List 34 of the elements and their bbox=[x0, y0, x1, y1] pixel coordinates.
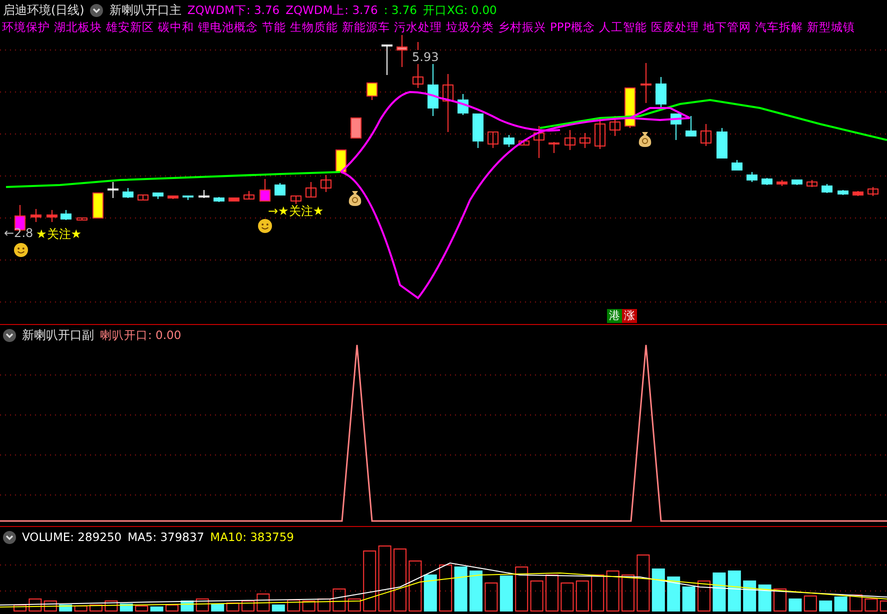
concept-tag: 人工智能 bbox=[598, 20, 647, 35]
volume-value: VOLUME: 289250 bbox=[22, 530, 122, 544]
high-price-label: 5.93 bbox=[412, 50, 439, 64]
volume-value: MA10: 383759 bbox=[210, 530, 294, 544]
indicator-name: 新喇叭开口主 bbox=[109, 2, 182, 18]
concept-tag: 湖北板块 bbox=[54, 20, 102, 35]
indicator-value: ZQWDM下: 3.76 bbox=[187, 2, 280, 18]
concept-tag: 医废处理 bbox=[650, 20, 699, 35]
low-price-label: ←2.8 bbox=[4, 226, 34, 240]
indicator-value: : 3.76 bbox=[384, 3, 417, 17]
focus-label: ★关注★ bbox=[36, 226, 82, 243]
concept-tag: 地下管网 bbox=[702, 20, 751, 35]
indicator-value: ZQWDM上: 3.76 bbox=[286, 2, 378, 18]
concept-tag: 环境保护 bbox=[2, 20, 50, 35]
focus-label: →★关注★ bbox=[268, 203, 324, 220]
status-badge: 涨 bbox=[622, 309, 637, 323]
concept-tag: 碳中和 bbox=[158, 20, 194, 35]
concept-tag: 生物质能 bbox=[290, 20, 338, 35]
concept-tag: 新能源车 bbox=[342, 20, 390, 35]
concept-tag: 锂电池概念 bbox=[198, 20, 258, 35]
indicator-name: 新喇叭开口副 bbox=[22, 326, 94, 344]
concept-tag: 雄安新区 bbox=[106, 20, 154, 35]
volume-value: MA5: 379837 bbox=[128, 530, 204, 544]
concept-tag: 汽车拆解 bbox=[754, 20, 803, 35]
indicator-value: 开口XG: 0.00 bbox=[422, 2, 497, 18]
concept-tag: 新型城镇 bbox=[806, 20, 855, 35]
stock-title: 启迪环境(日线) bbox=[3, 2, 84, 18]
concept-tag: 乡村振兴 bbox=[498, 20, 546, 35]
concept-tag: 垃圾分类 bbox=[446, 20, 494, 35]
concept-tag: PPP概念 bbox=[550, 20, 595, 35]
concept-tag: 节能 bbox=[262, 20, 286, 35]
concept-tag: 污水处理 bbox=[394, 20, 442, 35]
status-badge: 港 bbox=[607, 309, 622, 323]
indicator-value: 喇叭开口: 0.00 bbox=[100, 328, 182, 342]
